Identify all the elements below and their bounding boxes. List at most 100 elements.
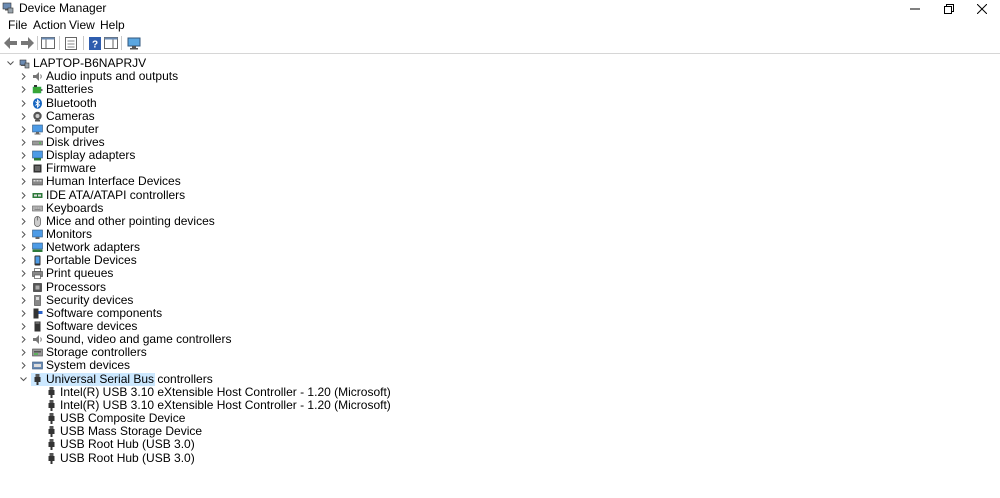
tree-device[interactable]: USB Root Hub (USB 3.0): [0, 438, 1000, 451]
chevron-right-icon[interactable]: [19, 162, 28, 175]
tree-category[interactable]: System devices: [0, 359, 1000, 372]
svg-text:?: ?: [92, 39, 98, 50]
tree-category[interactable]: Storage controllers: [0, 346, 1000, 359]
chevron-right-icon[interactable]: [19, 189, 28, 202]
chevron-right-icon[interactable]: [19, 175, 28, 188]
chevron-right-icon[interactable]: [19, 294, 28, 307]
tree-item-label: Human Interface Devices: [46, 174, 181, 189]
tree-device[interactable]: USB Mass Storage Device: [0, 425, 1000, 438]
tree-item-label: USB Mass Storage Device: [60, 424, 203, 439]
tree-category[interactable]: Firmware: [0, 162, 1000, 175]
chevron-right-icon[interactable]: [19, 320, 28, 333]
tree-category[interactable]: Sound, video and game controllers: [0, 333, 1000, 346]
battery-icon: [32, 84, 43, 95]
tree-device[interactable]: USB Composite Device: [0, 412, 1000, 425]
chevron-right-icon[interactable]: [19, 215, 28, 228]
usb-icon: [32, 373, 43, 385]
chevron-right-icon[interactable]: [19, 281, 28, 294]
forward-button[interactable]: [19, 35, 35, 51]
menu-file[interactable]: File: [7, 18, 28, 32]
usb-plug-icon: [46, 452, 57, 464]
tree-category[interactable]: Disk drives: [0, 135, 1000, 149]
tree-category[interactable]: Bluetooth: [0, 96, 1000, 110]
tree-category[interactable]: Portable Devices: [0, 254, 1000, 267]
close-button[interactable]: [965, 0, 998, 17]
chevron-right-icon[interactable]: [19, 359, 28, 372]
tree-root-computer[interactable]: LAPTOP-B6NAPRJV: [0, 57, 1000, 70]
tree-category[interactable]: Network adapters: [0, 241, 1000, 254]
close-icon: [976, 3, 987, 14]
chevron-right-icon[interactable]: [19, 254, 28, 267]
tree-category[interactable]: Monitors: [0, 228, 1000, 241]
tree-item-label: USB Root Hub (USB 3.0): [60, 437, 195, 452]
chevron-right-icon[interactable]: [19, 83, 28, 96]
chevron-down-icon[interactable]: [6, 57, 15, 70]
chevron-right-icon[interactable]: [19, 228, 28, 241]
tree-category[interactable]: Audio inputs and outputs: [0, 70, 1000, 83]
chevron-right-icon[interactable]: [19, 346, 28, 359]
chevron-right-icon[interactable]: [19, 136, 28, 149]
usb-plug-icon: [46, 439, 57, 451]
chevron-right-icon[interactable]: [19, 267, 28, 280]
tree-item-label: USB Composite Device: [60, 411, 186, 426]
tree-category[interactable]: Human Interface Devices: [0, 175, 1000, 188]
chevron-right-icon[interactable]: [19, 333, 28, 346]
keyboard-icon: [32, 203, 43, 214]
window-title: Device Manager: [19, 1, 107, 15]
minimize-button[interactable]: [898, 0, 931, 17]
toolbar: ?: [0, 34, 1000, 52]
tree-item-label: Sound, video and game controllers: [46, 332, 232, 347]
tree-category[interactable]: Display adapters: [0, 149, 1000, 162]
restore-button[interactable]: [932, 0, 965, 17]
chevron-down-icon[interactable]: [19, 373, 28, 386]
chevron-right-icon[interactable]: [19, 202, 28, 215]
hid-icon: [32, 176, 43, 187]
tree-category[interactable]: Computer: [0, 122, 1000, 136]
ide-controller-icon: [32, 190, 43, 201]
chevron-right-icon[interactable]: [19, 307, 28, 320]
scan-hardware-button[interactable]: [126, 35, 142, 51]
menu-bar: File Action View Help: [0, 17, 1000, 33]
chevron-right-icon[interactable]: [19, 110, 28, 123]
back-button[interactable]: [3, 35, 19, 51]
minimize-icon: [909, 8, 920, 9]
tree-category[interactable]: Keyboards: [0, 201, 1000, 215]
properties-button[interactable]: [63, 35, 79, 51]
tree-item-label: Software components: [46, 305, 163, 320]
network-adapter-icon: [32, 242, 43, 253]
chevron-right-icon[interactable]: [19, 97, 28, 110]
tree-category[interactable]: IDE ATA/ATAPI controllers: [0, 188, 1000, 202]
action-pane-button[interactable]: [103, 35, 119, 51]
chevron-right-icon[interactable]: [19, 149, 28, 162]
menu-action[interactable]: Action: [32, 18, 67, 32]
tree-category[interactable]: Cameras: [0, 108, 1000, 123]
tree-category[interactable]: Mice and other pointing devices: [0, 214, 1000, 228]
device-tree: LAPTOP-B6NAPRJV Audio inputs and outputs B…: [0, 53, 1000, 498]
tree-device[interactable]: Intel(R) USB 3.10 eXtensible Host Contro…: [0, 385, 1000, 399]
tree-category[interactable]: Universal Serial Bus controllers: [0, 372, 1000, 386]
chevron-right-icon[interactable]: [19, 241, 28, 254]
display-adapter-icon: [32, 150, 43, 161]
help-button[interactable]: ?: [87, 35, 103, 51]
tree-item-label: Processors: [46, 279, 107, 294]
menu-help[interactable]: Help: [99, 18, 126, 32]
tree-item-label: LAPTOP-B6NAPRJV: [33, 56, 147, 70]
tree-device[interactable]: USB Root Hub (USB 3.0): [0, 451, 1000, 465]
chevron-right-icon[interactable]: [19, 123, 28, 136]
chevron-right-icon[interactable]: [19, 70, 28, 83]
processor-icon: [32, 282, 43, 293]
tree-category[interactable]: Software devices: [0, 320, 1000, 333]
tree-category[interactable]: Batteries: [0, 83, 1000, 96]
tree-device[interactable]: Intel(R) USB 3.10 eXtensible Host Contro…: [0, 398, 1000, 412]
tree-item-label: Storage controllers: [46, 345, 147, 360]
menu-view[interactable]: View: [68, 18, 96, 32]
tree-category[interactable]: Print queues: [0, 267, 1000, 280]
software-device-icon: [32, 321, 43, 332]
title-bar: Device Manager: [0, 0, 1000, 17]
tree-item-label: Cameras: [46, 108, 95, 123]
tree-category[interactable]: Security devices: [0, 293, 1000, 307]
tree-item-label: Portable Devices: [46, 253, 137, 268]
tree-category[interactable]: Software components: [0, 305, 1000, 320]
tree-category[interactable]: Processors: [0, 279, 1000, 294]
show-hide-console-tree-button[interactable]: [40, 35, 56, 51]
